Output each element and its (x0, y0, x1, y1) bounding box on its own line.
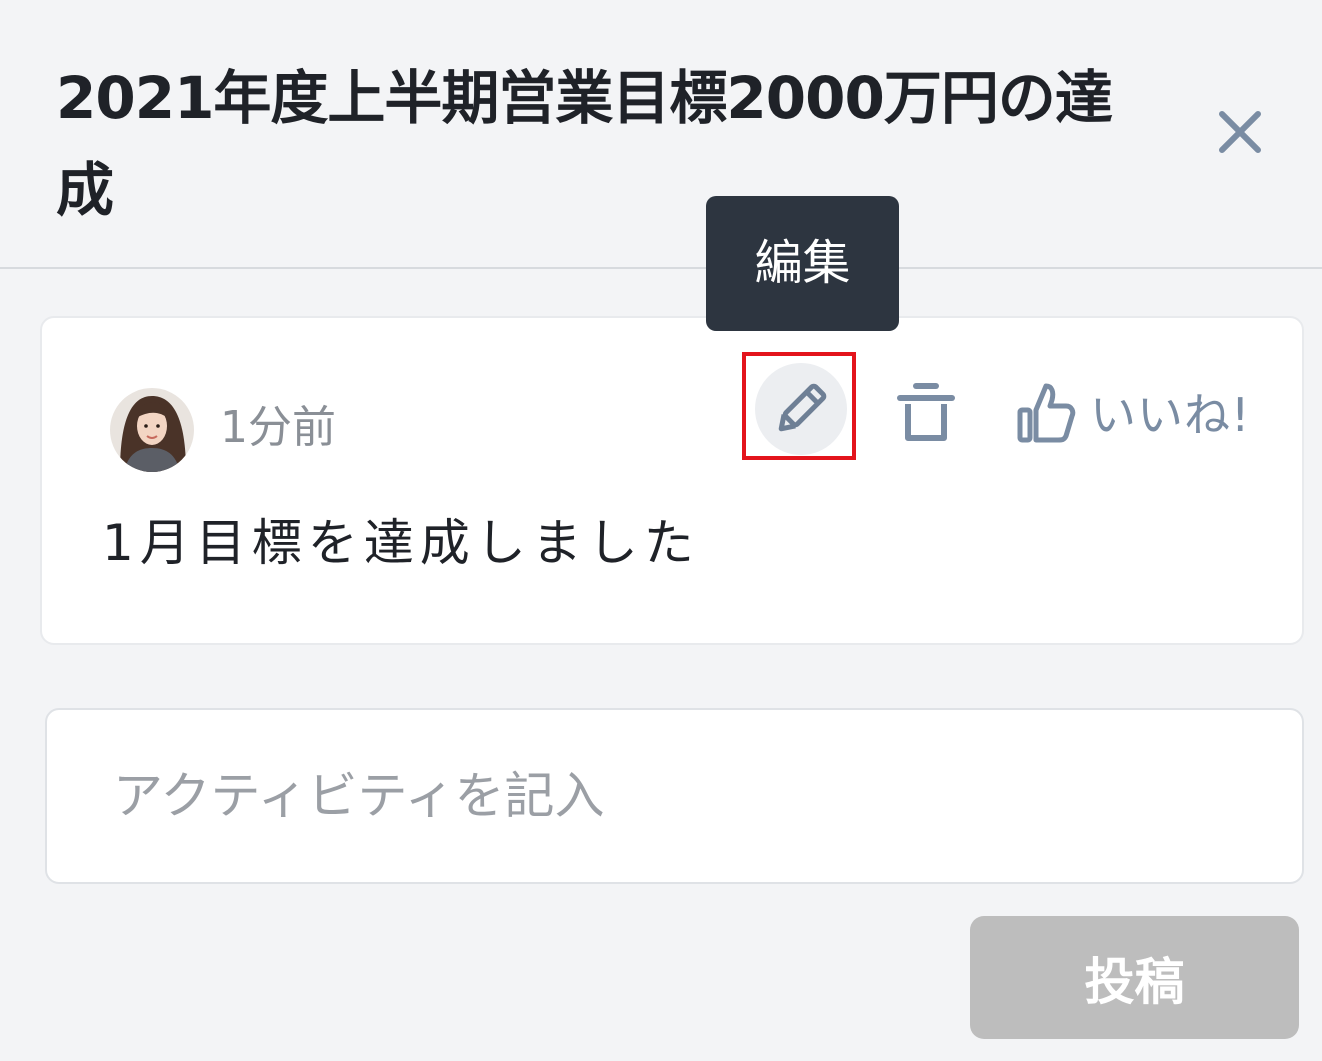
activity-text: 1月目標を達成しました (102, 514, 700, 572)
avatar (110, 388, 194, 472)
like-button[interactable]: いいね! (1016, 376, 1250, 448)
post-time: 1分前 (220, 402, 336, 453)
close-button[interactable] (1208, 100, 1272, 164)
pencil-icon (778, 383, 827, 432)
like-label: いいね! (1090, 388, 1251, 442)
activity-panel: 2021年度上半期営業目標2000万円の達成 編集 1分前 いいね! 1月目標を… (0, 0, 1322, 1061)
activity-input[interactable] (45, 708, 1304, 884)
delete-button[interactable] (894, 376, 958, 446)
panel-title: 2021年度上半期営業目標2000万円の達成 (56, 64, 1113, 224)
post-button[interactable]: 投稿 (970, 916, 1299, 1039)
edit-button[interactable] (755, 363, 847, 455)
activity-card: 1分前 いいね! 1月目標を達成しました (40, 316, 1304, 645)
header-divider (0, 267, 1322, 269)
close-icon (1219, 111, 1261, 153)
edit-tooltip: 編集 (706, 196, 899, 331)
trash-icon (897, 383, 955, 441)
thumbs-up-icon (1017, 383, 1076, 443)
